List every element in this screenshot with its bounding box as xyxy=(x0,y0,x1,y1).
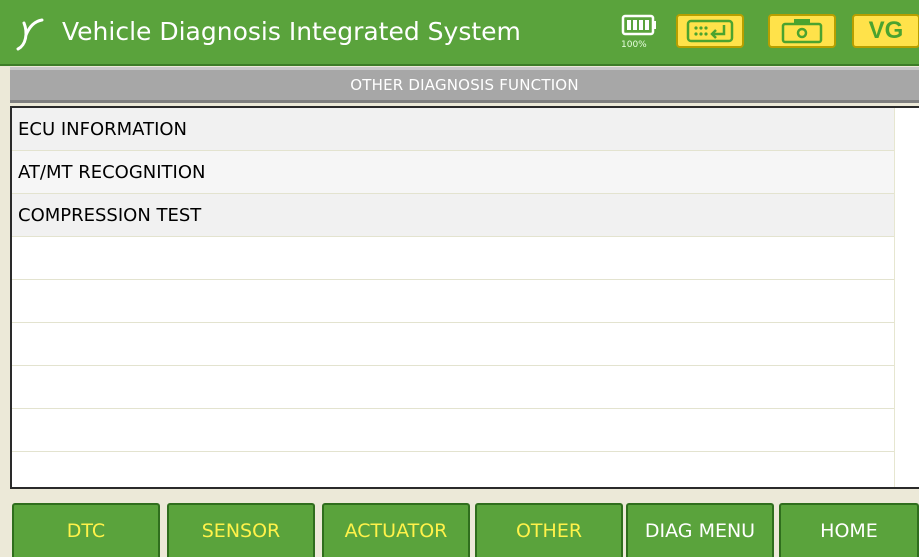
logo-icon xyxy=(16,18,44,51)
list-item-empty xyxy=(12,280,895,323)
bottom-tab-bar: DTC SENSOR ACTUATOR OTHER DIAG MENU HOME xyxy=(0,495,919,557)
battery-icon xyxy=(621,14,656,36)
keyboard-button[interactable] xyxy=(676,14,744,48)
list-item-empty xyxy=(12,323,895,366)
title-bar: Vehicle Diagnosis Integrated System 100% xyxy=(0,0,919,66)
battery-percent: 100% xyxy=(621,40,647,50)
vg-button[interactable]: VG xyxy=(852,14,919,48)
list-item-empty xyxy=(12,237,895,280)
camera-icon xyxy=(781,19,823,44)
tab-sensor[interactable]: SENSOR xyxy=(167,503,315,557)
list-item-empty xyxy=(12,452,895,487)
tab-diag-menu[interactable]: DIAG MENU xyxy=(626,503,774,557)
list-item-at-mt-recognition[interactable]: AT/MT RECOGNITION xyxy=(12,151,895,194)
screenshot-button[interactable] xyxy=(768,14,836,48)
app-title: Vehicle Diagnosis Integrated System xyxy=(62,17,521,46)
list-item-compression-test[interactable]: COMPRESSION TEST xyxy=(12,194,895,237)
screen: Vehicle Diagnosis Integrated System 100% xyxy=(0,0,919,557)
list-item-label: AT/MT RECOGNITION xyxy=(18,162,206,183)
tab-actuator[interactable]: ACTUATOR xyxy=(322,503,470,557)
list-item-label: ECU INFORMATION xyxy=(18,119,188,140)
list-scrollbar[interactable] xyxy=(894,108,919,487)
tab-other[interactable]: OTHER xyxy=(475,503,623,557)
keyboard-icon xyxy=(686,19,734,43)
section-title: OTHER DIAGNOSIS FUNCTION xyxy=(10,67,919,103)
list-item-label: COMPRESSION TEST xyxy=(18,205,202,226)
list-item-empty xyxy=(12,366,895,409)
tab-home[interactable]: HOME xyxy=(779,503,919,557)
function-list: ECU INFORMATION AT/MT RECOGNITION COMPRE… xyxy=(10,106,919,489)
list-item-empty xyxy=(12,409,895,452)
tab-dtc[interactable]: DTC xyxy=(12,503,160,557)
list-item-ecu-information[interactable]: ECU INFORMATION xyxy=(12,108,895,151)
